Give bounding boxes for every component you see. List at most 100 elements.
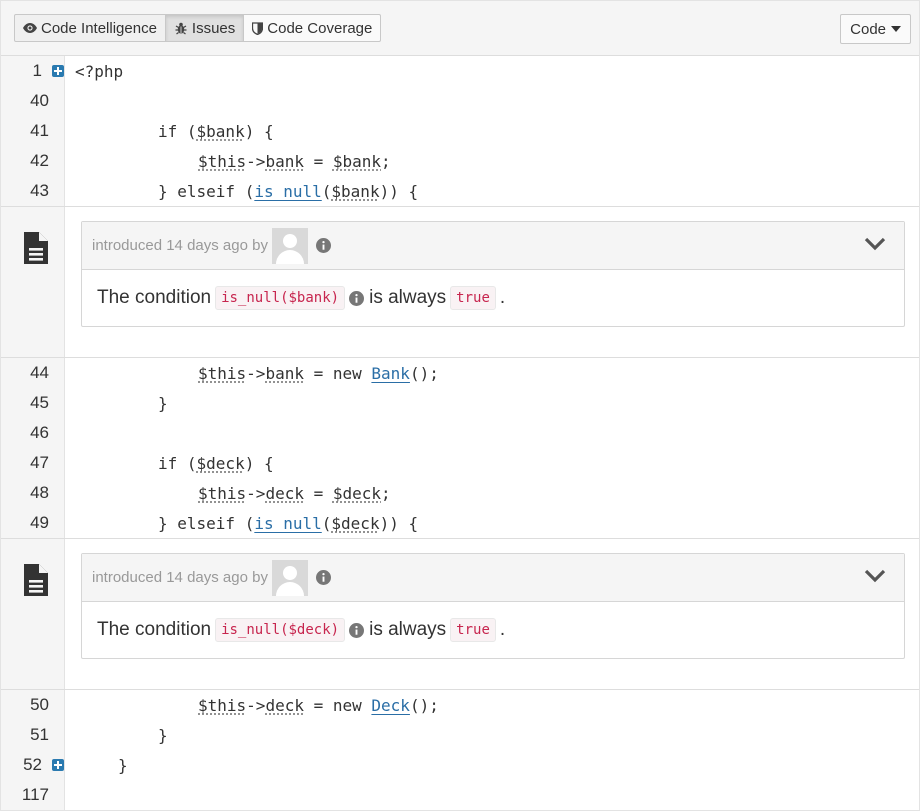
issue-value: true [450,286,496,310]
code-text: } [158,725,168,745]
code-line: 50 $this -> deck = new Deck (); [1,690,919,720]
line-gutter: 47 [1,448,65,478]
line-number: 1 [32,61,42,80]
variable-deck[interactable]: $deck [333,484,381,503]
variable-deck[interactable]: $deck [331,514,379,533]
issue-suffix: . [499,287,506,308]
variable-bank[interactable]: $bank [333,152,381,171]
avatar[interactable] [271,227,308,264]
variable-bank[interactable]: $bank [197,122,245,141]
line-number: 45 [30,393,49,412]
code-block-c: 50 $this -> deck = new Deck (); 51 } 52 } 1… [1,690,919,810]
code-intelligence-button[interactable]: Code Intelligence [14,14,166,42]
line-number: 43 [30,181,49,200]
code-line: 45 } [1,388,919,418]
code-text: } [118,755,128,775]
code-line: 52 } [1,750,919,780]
avatar[interactable] [271,559,308,596]
chevron-down-icon[interactable] [864,237,886,255]
issue-message: The condition is_null($deck) is always t… [82,602,904,658]
variable-bank[interactable]: $bank [331,182,379,201]
info-icon[interactable] [315,238,331,253]
line-gutter: 52 [1,750,65,780]
issue-row: introduced 14 days ago by The condition … [1,538,919,690]
code-line: 44 $this -> bank = new Bank (); [1,358,919,388]
issue-message: The condition is_null($bank) is always t… [82,270,904,326]
code-viewer: Code Intelligence Issues Code Coverage C… [0,0,920,811]
code-text: $this -> deck = $deck; [198,483,391,503]
line-gutter: 44 [1,358,65,388]
line-number: 52 [23,755,42,774]
document-icon [24,232,48,269]
issue-card: introduced 14 days ago by The condition … [81,553,905,659]
code-dropdown-label: Code [850,20,886,38]
property-bank[interactable]: bank [265,364,304,383]
function-link-is-null[interactable]: is_null [254,182,321,201]
variable-deck[interactable]: $deck [197,454,245,473]
class-link-deck[interactable]: Deck [371,696,410,715]
issue-expression: is_null($deck) [215,618,346,642]
issue-expression: is_null($bank) [215,286,346,310]
code-dropdown-button[interactable]: Code [840,14,911,44]
line-number: 117 [21,785,49,804]
code-text: $this -> deck = new Deck (); [198,695,439,715]
info-icon[interactable] [349,622,365,638]
line-number: 48 [30,483,49,502]
info-icon[interactable] [349,290,365,306]
line-gutter: 48 [1,478,65,508]
line-gutter: 42 [1,146,65,176]
code-text: } elseif (is_null($deck)) { [158,513,419,533]
expand-plus-icon[interactable] [52,65,64,77]
line-number: 46 [30,423,49,442]
code-line: 43 } elseif (is_null($bank)) { [1,176,919,206]
issue-row: introduced 14 days ago by The condition … [1,206,919,358]
info-icon[interactable] [315,570,331,585]
expand-plus-icon[interactable] [52,759,64,771]
issues-button[interactable]: Issues [164,14,245,42]
code-line: 40 [1,86,919,116]
issue-header[interactable]: introduced 14 days ago by [82,554,904,602]
variable-this[interactable]: $this [198,152,246,171]
issue-main: introduced 14 days ago by The condition … [65,539,919,689]
property-deck[interactable]: deck [265,484,304,503]
issue-main: introduced 14 days ago by The condition … [65,207,919,357]
line-gutter: 43 [1,176,65,206]
code-line: 46 [1,418,919,448]
document-icon [24,564,48,601]
line-number: 51 [30,725,49,744]
code-block-b: 44 $this -> bank = new Bank (); 45 } 46 47 … [1,358,919,538]
issue-header[interactable]: introduced 14 days ago by [82,222,904,270]
code-block-a: 1 <?php 40 41 if ($bank) { 42 $this -> ban… [1,56,919,206]
code-line: 41 if ($bank) { [1,116,919,146]
line-number: 41 [30,121,49,140]
line-gutter: 49 [1,508,65,538]
issue-prefix: The condition [97,287,212,308]
code-line: 48 $this -> deck = $deck; [1,478,919,508]
line-gutter: 50 [1,690,65,720]
variable-this[interactable]: $this [198,484,246,503]
variable-this[interactable]: $this [198,696,246,715]
code-line: 1 <?php [1,56,919,86]
code-coverage-button[interactable]: Code Coverage [243,14,382,42]
class-link-bank[interactable]: Bank [371,364,410,383]
code-text: $this -> bank = new Bank (); [198,363,439,383]
caret-down-icon [891,26,901,32]
function-link-is-null[interactable]: is_null [254,514,321,533]
code-text: $this -> bank = $bank; [198,151,391,171]
line-number: 50 [30,695,49,714]
line-number: 44 [30,363,49,382]
variable-this[interactable]: $this [198,364,246,383]
code-text: } elseif (is_null($bank)) { [158,181,419,201]
issues-label: Issues [191,19,236,37]
code-line: 51 } [1,720,919,750]
issue-meta: introduced 14 days ago by [92,237,268,254]
property-deck[interactable]: deck [265,696,304,715]
property-bank[interactable]: bank [265,152,304,171]
line-gutter: 45 [1,388,65,418]
code-coverage-label: Code Coverage [267,19,373,37]
chevron-down-icon[interactable] [864,569,886,587]
line-gutter: 51 [1,720,65,750]
eye-icon [23,23,37,33]
